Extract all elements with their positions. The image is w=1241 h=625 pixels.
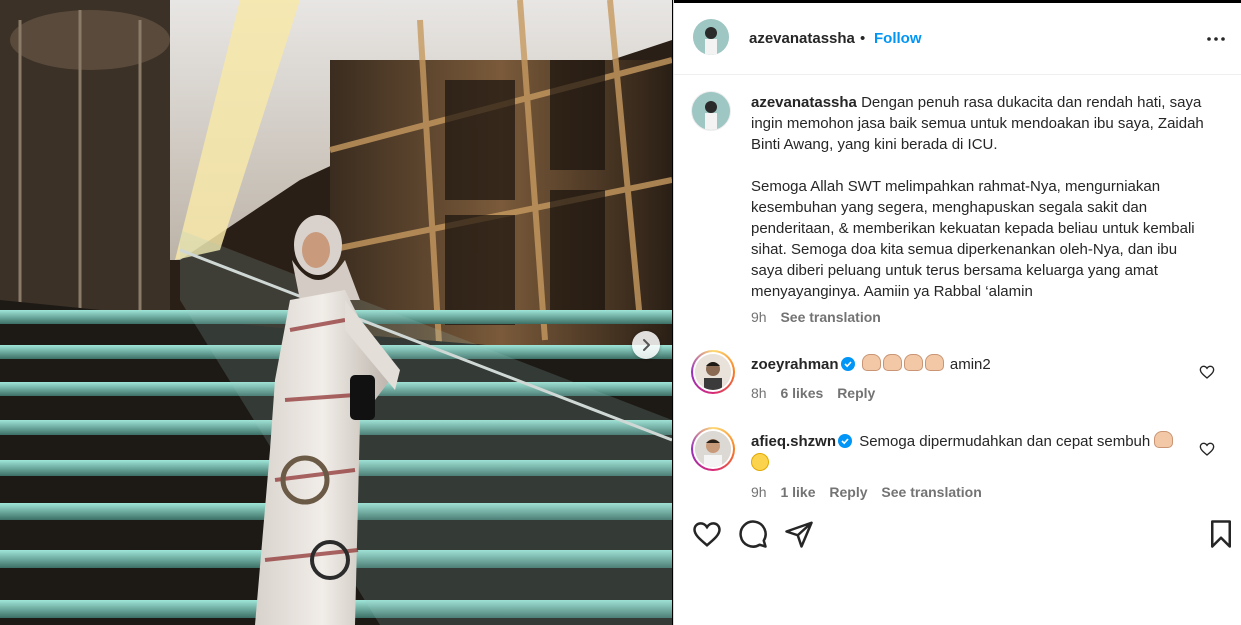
comment-like-heart-icon[interactable]	[1199, 441, 1215, 457]
separator-dot: •	[860, 30, 866, 47]
commenter-username[interactable]: afieq.shzwn	[751, 433, 836, 450]
action-bar	[674, 505, 1241, 565]
more-dots-icon[interactable]	[1204, 27, 1228, 51]
comment-time[interactable]: 8h	[751, 385, 767, 401]
praying-hands-emoji	[861, 354, 881, 371]
commenter-avatar	[695, 431, 731, 467]
caption-time[interactable]: 9h	[751, 309, 767, 325]
heart-icon[interactable]	[692, 519, 722, 549]
send-icon[interactable]	[784, 519, 814, 549]
bookmark-icon[interactable]	[1206, 519, 1236, 549]
reply-button[interactable]: Reply	[837, 385, 875, 401]
post-photo	[0, 0, 672, 625]
post-photo-image	[0, 0, 672, 625]
comment-text: zoeyrahman amin2	[751, 354, 1201, 376]
commenter-username[interactable]: zoeyrahman	[751, 356, 839, 373]
praying-hands-emoji	[882, 354, 902, 371]
author-avatar[interactable]	[693, 19, 729, 55]
praying-hands-emoji	[1154, 431, 1174, 448]
comment-meta: 9h 1 like Reply See translation	[751, 484, 992, 500]
caption-paragraph-2: Semoga Allah SWT melimpahkan rahmat-Nya,…	[751, 178, 1195, 300]
comment-icon[interactable]	[738, 519, 768, 549]
post-caption: azevanatassha Dengan penuh rasa dukacita…	[751, 92, 1211, 302]
comment-time[interactable]: 9h	[751, 484, 767, 500]
comment-body: amin2	[949, 356, 991, 373]
comment-text: afieq.shzwn Semoga dipermudahkan dan cep…	[751, 431, 1201, 475]
reply-button[interactable]: Reply	[829, 484, 867, 500]
comment-like-heart-icon[interactable]	[1199, 364, 1215, 380]
comment-body: Semoga dipermudahkan dan cepat sembuh	[859, 433, 1151, 450]
see-translation-link[interactable]: See translation	[881, 484, 981, 500]
caption-avatar[interactable]	[691, 91, 731, 131]
comment-likes[interactable]: 6 likes	[780, 385, 823, 401]
chevron-right-icon	[643, 339, 650, 351]
see-translation-link[interactable]: See translation	[780, 309, 880, 325]
next-photo-button[interactable]	[632, 331, 660, 359]
follow-button[interactable]: Follow	[874, 30, 922, 47]
caption-username[interactable]: azevanatassha	[751, 94, 857, 111]
story-ring[interactable]	[691, 427, 735, 471]
author-username[interactable]: azevanatassha	[749, 30, 855, 47]
post-side-panel: azevanatassha • Follow azevanatassha Den…	[673, 0, 1241, 625]
caption-meta: 9h See translation	[751, 309, 891, 325]
comment-meta: 8h 6 likes Reply	[751, 385, 885, 401]
praying-hands-emoji	[903, 354, 923, 371]
praying-hands-emoji	[924, 354, 944, 371]
post-header: azevanatassha • Follow	[674, 3, 1241, 75]
verified-badge-icon	[838, 434, 853, 448]
sad-face-emoji	[751, 453, 769, 471]
comment-likes[interactable]: 1 like	[780, 484, 815, 500]
story-ring[interactable]	[691, 350, 735, 394]
commenter-avatar	[695, 354, 731, 390]
verified-badge-icon	[840, 357, 855, 371]
